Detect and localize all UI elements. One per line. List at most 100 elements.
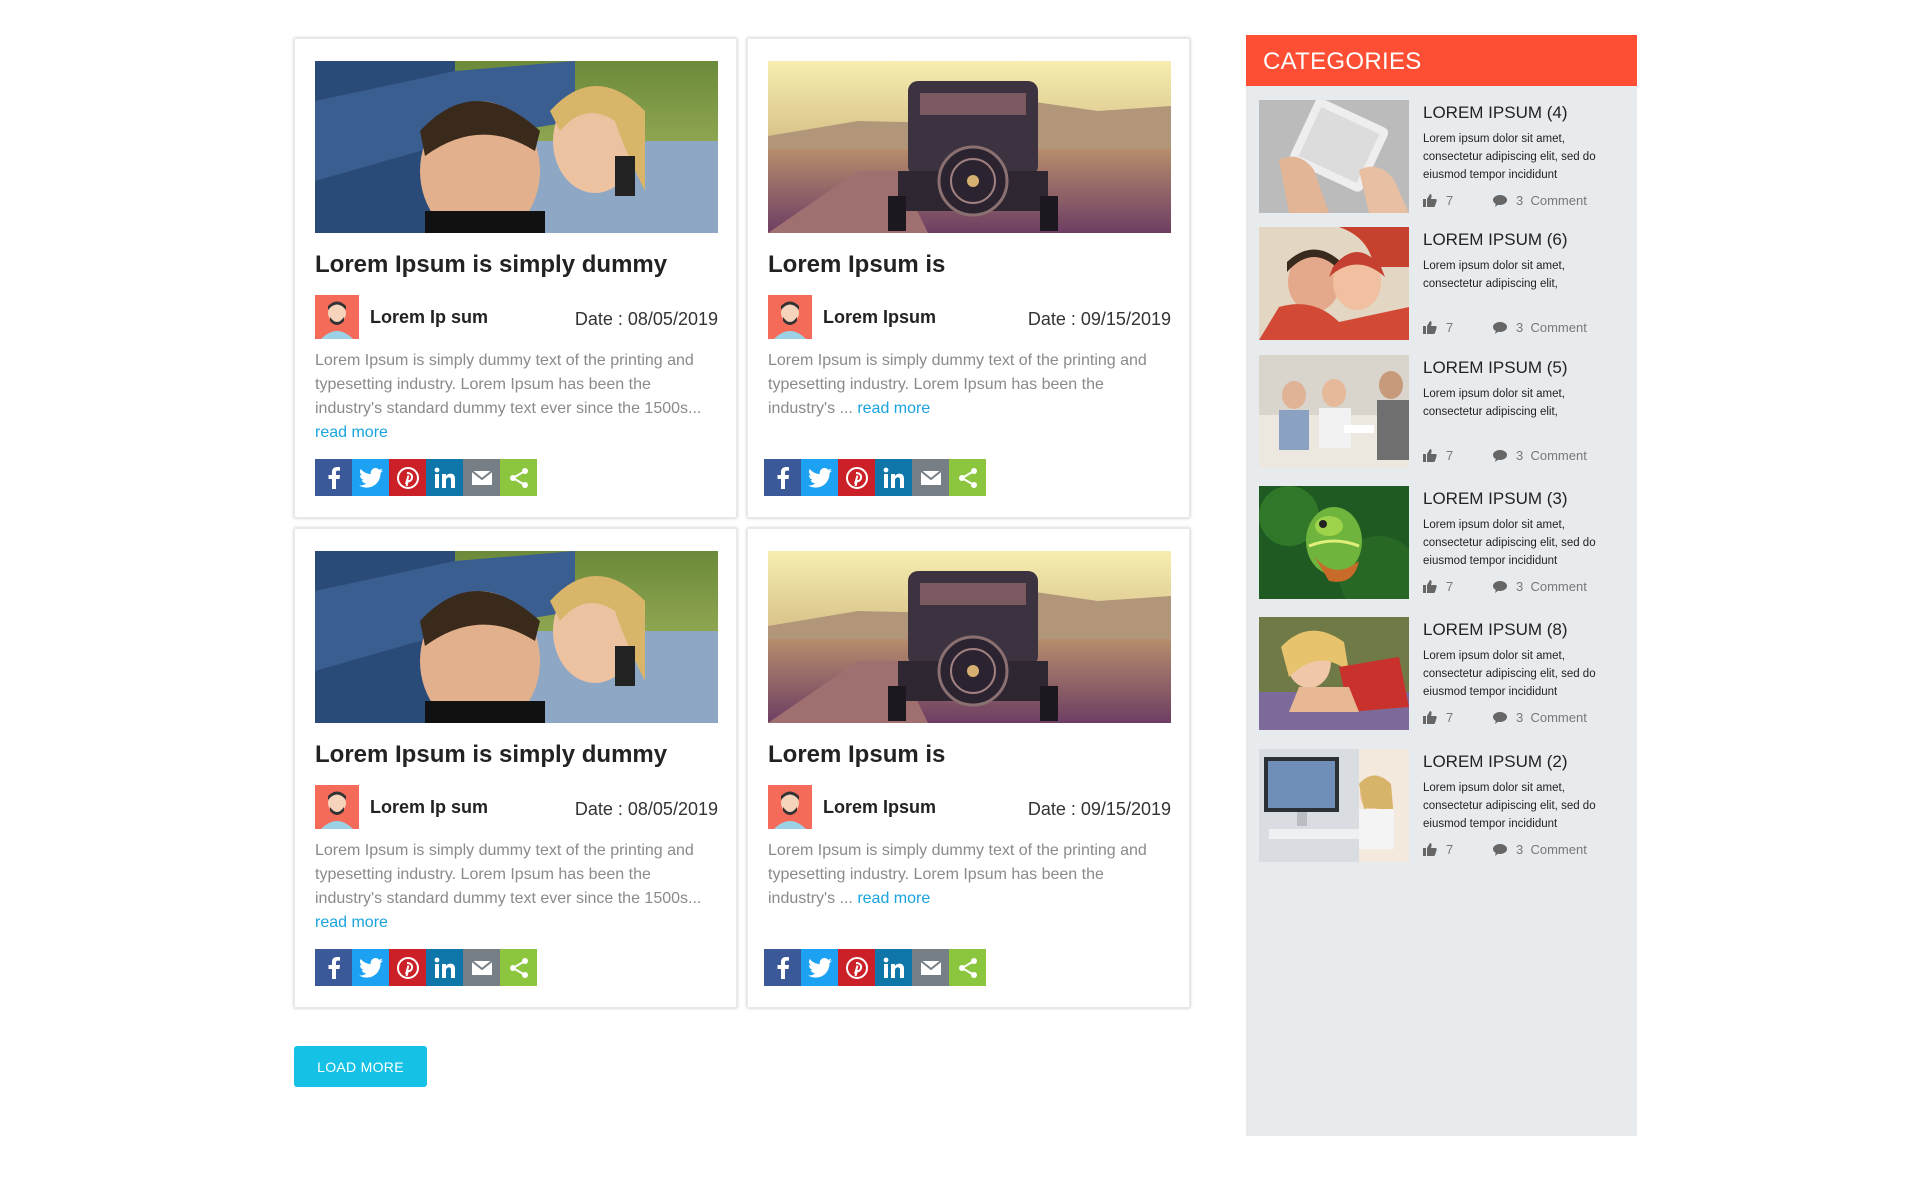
likes[interactable]: 7 bbox=[1423, 193, 1453, 208]
pinterest-icon[interactable] bbox=[838, 949, 875, 986]
category-title[interactable]: LOREM IPSUM (5) bbox=[1423, 358, 1568, 378]
pinterest-icon[interactable] bbox=[389, 459, 426, 496]
category-image[interactable] bbox=[1259, 100, 1409, 213]
thumbs-up-icon bbox=[1423, 711, 1437, 724]
category-item[interactable]: LOREM IPSUM (4) Lorem ipsum dolor sit am… bbox=[1259, 100, 1629, 213]
load-more-button[interactable]: LOAD MORE bbox=[294, 1046, 427, 1087]
comments[interactable]: 3 Comment bbox=[1493, 448, 1587, 463]
post-title[interactable]: Lorem Ipsum is bbox=[768, 741, 945, 769]
category-item[interactable]: LOREM IPSUM (5) Lorem ipsum dolor sit am… bbox=[1259, 355, 1629, 468]
comments[interactable]: 3 Comment bbox=[1493, 842, 1587, 857]
pinterest-icon[interactable] bbox=[838, 459, 875, 496]
category-title[interactable]: LOREM IPSUM (8) bbox=[1423, 620, 1568, 640]
linkedin-icon[interactable] bbox=[875, 949, 912, 986]
category-item[interactable]: LOREM IPSUM (3) Lorem ipsum dolor sit am… bbox=[1259, 486, 1629, 599]
category-image[interactable] bbox=[1259, 749, 1409, 862]
category-image[interactable] bbox=[1259, 486, 1409, 599]
post-title[interactable]: Lorem Ipsum is simply dummy bbox=[315, 741, 667, 769]
post-card: Lorem Ipsum is Lorem Ipsum Date : 09/15/… bbox=[747, 528, 1190, 1008]
comments-count: 3 Comment bbox=[1516, 193, 1587, 208]
facebook-icon[interactable] bbox=[764, 949, 801, 986]
linkedin-icon[interactable] bbox=[875, 459, 912, 496]
category-title[interactable]: LOREM IPSUM (6) bbox=[1423, 230, 1568, 250]
category-item[interactable]: LOREM IPSUM (6) Lorem ipsum dolor sit am… bbox=[1259, 227, 1629, 340]
twitter-icon[interactable] bbox=[352, 459, 389, 496]
post-author: Lorem Ipsum Date : 09/15/2019 bbox=[768, 785, 1171, 829]
post-image[interactable] bbox=[315, 61, 718, 233]
category-image[interactable] bbox=[1259, 227, 1409, 340]
category-title[interactable]: LOREM IPSUM (2) bbox=[1423, 752, 1568, 772]
share-icon[interactable] bbox=[949, 459, 986, 496]
author-name[interactable]: Lorem Ipsum bbox=[823, 307, 936, 328]
read-more-link[interactable]: read more bbox=[315, 424, 388, 441]
likes-count: 7 bbox=[1446, 579, 1454, 594]
facebook-icon[interactable] bbox=[764, 459, 801, 496]
post-card: Lorem Ipsum is simply dummy Lorem Ip sum… bbox=[294, 38, 737, 518]
comments[interactable]: 3 Comment bbox=[1493, 320, 1587, 335]
likes[interactable]: 7 bbox=[1423, 448, 1453, 463]
likes[interactable]: 7 bbox=[1423, 579, 1453, 594]
likes-count: 7 bbox=[1446, 320, 1454, 335]
twitter-icon[interactable] bbox=[352, 949, 389, 986]
email-icon[interactable] bbox=[912, 459, 949, 496]
author-name[interactable]: Lorem Ipsum bbox=[823, 797, 936, 818]
likes-count: 7 bbox=[1446, 193, 1454, 208]
read-more-link[interactable]: read more bbox=[857, 400, 930, 417]
share-icon[interactable] bbox=[949, 949, 986, 986]
author-name[interactable]: Lorem Ip sum bbox=[370, 797, 488, 818]
likes-count: 7 bbox=[1446, 448, 1454, 463]
facebook-icon[interactable] bbox=[315, 459, 352, 496]
email-icon[interactable] bbox=[463, 949, 500, 986]
category-title[interactable]: LOREM IPSUM (4) bbox=[1423, 103, 1568, 123]
read-more-link[interactable]: read more bbox=[857, 890, 930, 907]
category-meta: 7 3 Comment bbox=[1423, 710, 1623, 726]
post-excerpt: Lorem Ipsum is simply dummy text of the … bbox=[768, 839, 1171, 911]
comments-count: 3 Comment bbox=[1516, 320, 1587, 335]
excerpt-text: Lorem Ipsum is simply dummy text of the … bbox=[768, 842, 1147, 907]
share-icon[interactable] bbox=[500, 459, 537, 496]
category-image[interactable] bbox=[1259, 355, 1409, 468]
category-meta: 7 3 Comment bbox=[1423, 448, 1623, 464]
post-title[interactable]: Lorem Ipsum is simply dummy bbox=[315, 251, 667, 279]
author-name[interactable]: Lorem Ip sum bbox=[370, 307, 488, 328]
category-description: Lorem ipsum dolor sit amet, consectetur … bbox=[1423, 519, 1596, 567]
comments[interactable]: 3 Comment bbox=[1493, 579, 1587, 594]
read-more-link[interactable]: read more bbox=[315, 914, 388, 931]
post-card: Lorem Ipsum is Lorem Ipsum Date : 09/15/… bbox=[747, 38, 1190, 518]
facebook-icon[interactable] bbox=[315, 949, 352, 986]
category-meta: 7 3 Comment bbox=[1423, 193, 1623, 209]
category-description: Lorem ipsum dolor sit amet, consectetur … bbox=[1423, 133, 1596, 181]
likes-count: 7 bbox=[1446, 842, 1454, 857]
category-meta: 7 3 Comment bbox=[1423, 579, 1623, 595]
likes[interactable]: 7 bbox=[1423, 320, 1453, 335]
excerpt-text: Lorem Ipsum is simply dummy text of the … bbox=[315, 842, 702, 907]
email-icon[interactable] bbox=[463, 459, 500, 496]
post-title[interactable]: Lorem Ipsum is bbox=[768, 251, 945, 279]
linkedin-icon[interactable] bbox=[426, 459, 463, 496]
thumbs-up-icon bbox=[1423, 321, 1437, 334]
post-author: Lorem Ip sum Date : 08/05/2019 bbox=[315, 295, 718, 339]
category-meta: 7 3 Comment bbox=[1423, 842, 1623, 858]
excerpt-text: Lorem Ipsum is simply dummy text of the … bbox=[315, 352, 702, 417]
category-item[interactable]: LOREM IPSUM (2) Lorem ipsum dolor sit am… bbox=[1259, 749, 1629, 862]
twitter-icon[interactable] bbox=[801, 949, 838, 986]
category-image[interactable] bbox=[1259, 617, 1409, 730]
comments-count: 3 Comment bbox=[1516, 448, 1587, 463]
category-item[interactable]: LOREM IPSUM (8) Lorem ipsum dolor sit am… bbox=[1259, 617, 1629, 730]
likes[interactable]: 7 bbox=[1423, 842, 1453, 857]
likes[interactable]: 7 bbox=[1423, 710, 1453, 725]
post-excerpt: Lorem Ipsum is simply dummy text of the … bbox=[315, 349, 718, 445]
category-title[interactable]: LOREM IPSUM (3) bbox=[1423, 489, 1568, 509]
pinterest-icon[interactable] bbox=[389, 949, 426, 986]
email-icon[interactable] bbox=[912, 949, 949, 986]
comments[interactable]: 3 Comment bbox=[1493, 193, 1587, 208]
thumbs-up-icon bbox=[1423, 449, 1437, 462]
twitter-icon[interactable] bbox=[801, 459, 838, 496]
share-icon[interactable] bbox=[500, 949, 537, 986]
post-image[interactable] bbox=[768, 61, 1171, 233]
comments[interactable]: 3 Comment bbox=[1493, 710, 1587, 725]
post-image[interactable] bbox=[768, 551, 1171, 723]
linkedin-icon[interactable] bbox=[426, 949, 463, 986]
post-image[interactable] bbox=[315, 551, 718, 723]
post-author: Lorem Ipsum Date : 09/15/2019 bbox=[768, 295, 1171, 339]
